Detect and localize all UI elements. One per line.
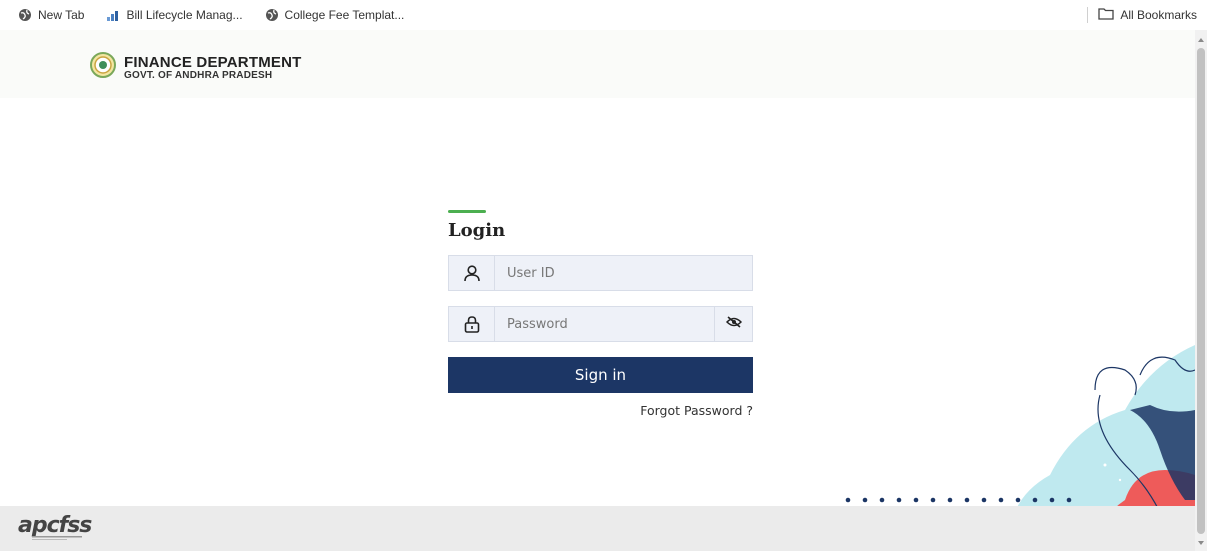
all-bookmarks-button[interactable]: All Bookmarks xyxy=(1098,4,1197,26)
emblem-logo xyxy=(90,52,116,83)
apcfss-logo-text: apcfss xyxy=(18,513,92,538)
lock-icon xyxy=(449,307,495,341)
folder-icon xyxy=(1098,7,1114,23)
login-title: Login xyxy=(448,220,506,241)
bookmarks-bar: New Tab Bill Lifecycle Manag... College … xyxy=(0,0,1207,30)
scroll-up-arrow-icon[interactable] xyxy=(1198,38,1204,42)
scrollbar-thumb[interactable] xyxy=(1197,48,1205,534)
brand-text: FINANCE DEPARTMENT GOVT. OF ANDHRA PRADE… xyxy=(124,55,301,81)
forgot-password-link[interactable]: Forgot Password ? xyxy=(448,403,753,418)
all-bookmarks-label: All Bookmarks xyxy=(1120,8,1197,22)
bookmark-bill-lifecycle[interactable]: Bill Lifecycle Manag... xyxy=(102,4,246,26)
apcfss-logo: apcfss xyxy=(18,512,118,547)
site-header: FINANCE DEPARTMENT GOVT. OF ANDHRA PRADE… xyxy=(0,30,1195,98)
eye-slash-icon xyxy=(725,315,742,333)
password-input[interactable] xyxy=(495,307,714,341)
password-field xyxy=(448,306,753,342)
bookmark-college-fee[interactable]: College Fee Templat... xyxy=(261,4,409,26)
title-accent-bar xyxy=(448,210,486,213)
brand: FINANCE DEPARTMENT GOVT. OF ANDHRA PRADE… xyxy=(90,52,301,83)
sign-in-button[interactable]: Sign in xyxy=(448,357,753,393)
chart-icon xyxy=(106,8,120,22)
globe-icon xyxy=(265,8,279,22)
bookmark-label: New Tab xyxy=(38,8,85,22)
bookmark-new-tab[interactable]: New Tab xyxy=(14,4,88,26)
user-icon xyxy=(449,256,495,290)
user-id-input[interactable] xyxy=(495,256,752,290)
user-id-field xyxy=(448,255,753,291)
bookmarks-separator xyxy=(1087,7,1088,23)
scroll-down-arrow-icon[interactable] xyxy=(1198,541,1204,545)
bookmark-label: College Fee Templat... xyxy=(284,8,405,22)
bookmark-label: Bill Lifecycle Manag... xyxy=(126,8,243,22)
vertical-scrollbar[interactable] xyxy=(1195,30,1207,551)
login-card: Login Sign in Forgot Password ? xyxy=(448,210,753,418)
department-title: FINANCE DEPARTMENT xyxy=(124,53,302,71)
globe-icon xyxy=(18,8,32,22)
department-subtitle: GOVT. OF ANDHRA PRADESH xyxy=(124,69,273,81)
toggle-password-visibility[interactable] xyxy=(714,307,752,341)
page-viewport: FINANCE DEPARTMENT GOVT. OF ANDHRA PRADE… xyxy=(0,30,1195,551)
site-footer: apcfss xyxy=(0,506,1195,551)
